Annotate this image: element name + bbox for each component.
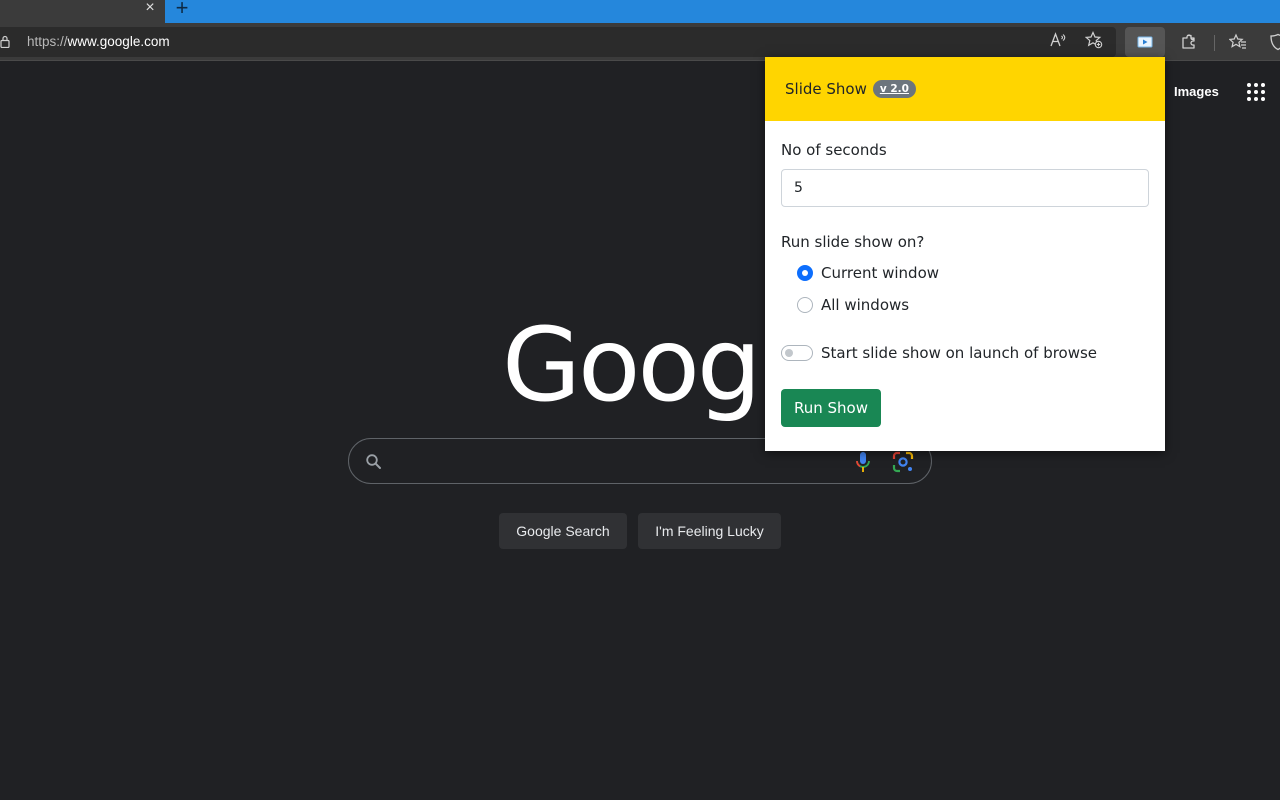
launch-toggle-switch[interactable] (781, 345, 813, 361)
new-tab-icon[interactable]: + (172, 0, 192, 19)
tab-strip: × + (0, 0, 1280, 23)
run-on-label: Run slide show on? (781, 233, 925, 251)
run-show-button[interactable]: Run Show (781, 389, 882, 427)
radio-label: Current window (821, 264, 940, 282)
launch-toggle-row[interactable]: Start slide show on launch of browse (781, 337, 1149, 369)
feeling-lucky-button[interactable]: I'm Feeling Lucky (638, 513, 781, 549)
radio-all-windows[interactable]: All windows (797, 289, 1149, 321)
slideshow-extension-icon[interactable] (1125, 27, 1165, 57)
browser-essentials-icon[interactable] (1266, 30, 1280, 54)
radio-label: All windows (821, 296, 910, 314)
address-bar[interactable]: https://www.google.com (0, 27, 1116, 57)
lock-icon[interactable] (0, 35, 10, 48)
url-host: www.google.com (67, 34, 170, 49)
tab-close-icon[interactable]: × (141, 0, 159, 18)
images-link[interactable]: Images (1174, 84, 1219, 99)
add-favorite-icon[interactable] (1082, 28, 1106, 52)
seconds-input[interactable] (781, 169, 1149, 207)
radio-button-checked[interactable] (797, 265, 813, 281)
version-badge[interactable]: v 2.0 (872, 80, 916, 98)
url-scheme: https:// (27, 34, 68, 49)
apps-grid-icon[interactable] (1246, 82, 1266, 102)
seconds-label: No of seconds (781, 141, 887, 159)
popup-title: Slide Show (785, 80, 867, 98)
launch-toggle-label: Start slide show on launch of browse (821, 344, 1098, 362)
search-icon (366, 454, 381, 469)
google-search-input[interactable] (397, 449, 837, 473)
browser-toolbar: https://www.google.com (0, 23, 1280, 61)
radio-current-window[interactable]: Current window (797, 257, 1149, 289)
toolbar-separator (1214, 35, 1215, 51)
favorites-icon[interactable] (1226, 30, 1250, 54)
camera-search-icon[interactable] (892, 451, 914, 473)
extensions-icon[interactable] (1177, 30, 1201, 54)
popup-body: No of seconds Run slide show on? Current… (765, 121, 1165, 427)
url-text[interactable]: https://www.google.com (27, 34, 170, 49)
microphone-icon[interactable] (854, 451, 872, 473)
radio-button[interactable] (797, 297, 813, 313)
browser-tab[interactable]: × (0, 0, 165, 23)
google-search-button[interactable]: Google Search (499, 513, 627, 549)
slideshow-popup: Slide Show v 2.0 No of seconds Run slide… (765, 57, 1165, 451)
read-aloud-icon[interactable] (1046, 28, 1070, 52)
popup-header: Slide Show v 2.0 (765, 57, 1165, 121)
